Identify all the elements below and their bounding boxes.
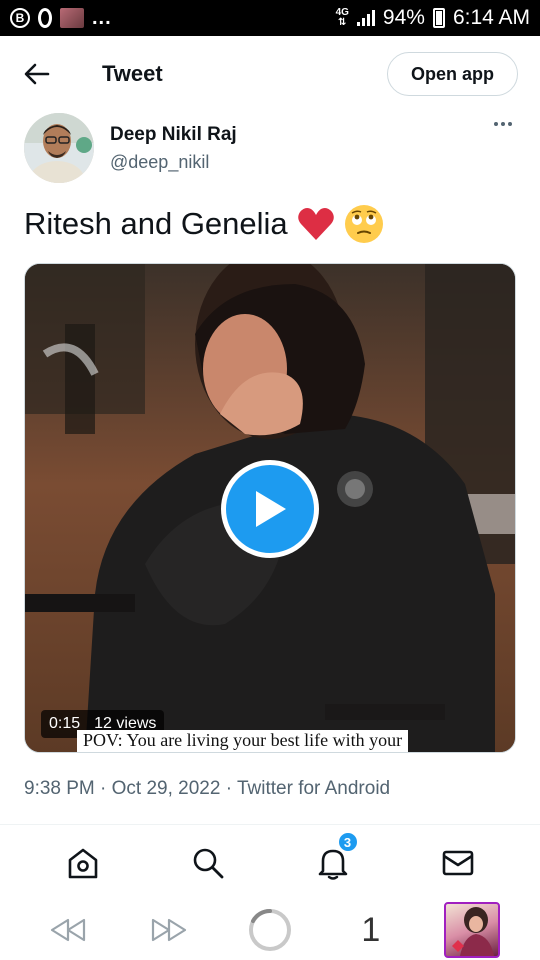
browser-reload-button[interactable]: [240, 902, 300, 958]
rewind-icon: [51, 918, 86, 942]
home-icon: [68, 848, 97, 879]
back-button[interactable]: [22, 59, 52, 89]
tweet-video[interactable]: 0:15 12 views POV: You are living your b…: [24, 263, 516, 753]
nav-notifications[interactable]: 3: [313, 831, 359, 883]
face-rolling-eyes-emoji: [344, 205, 383, 243]
search-icon: [193, 848, 223, 879]
loading-spinner-icon: [248, 908, 291, 951]
tweet-author: Deep Nikil Raj @deep_nikil: [24, 112, 518, 184]
video-caption: POV: You are living your best life with …: [77, 730, 409, 752]
mail-icon: [442, 850, 473, 876]
browser-back-button[interactable]: [38, 902, 98, 958]
tab-count: 1: [361, 910, 381, 949]
bottom-nav: 3: [0, 826, 540, 900]
network-type: 4G ⇅: [335, 7, 349, 28]
page-title: Tweet: [102, 61, 163, 86]
app-header: Tweet Open app: [0, 36, 540, 112]
divider: [0, 824, 540, 825]
author-handle[interactable]: @deep_nikil: [110, 152, 237, 173]
tweet-timestamp[interactable]: 9:38 PM · Oct 29, 2022 · Twitter for And…: [24, 778, 390, 800]
nav-messages[interactable]: [438, 843, 478, 883]
open-app-button[interactable]: Open app: [386, 52, 518, 96]
video-duration: 0:15: [49, 715, 81, 732]
fast-forward-icon: [152, 918, 187, 942]
play-icon: [256, 491, 286, 527]
tab-count-button[interactable]: 1: [341, 902, 401, 958]
tab-switcher-button[interactable]: [442, 902, 502, 958]
browser-toolbar: 1: [0, 900, 540, 960]
battery-percent: 94%: [382, 6, 425, 29]
avatar[interactable]: [24, 113, 94, 183]
nav-search[interactable]: [188, 843, 228, 883]
notification-badge: 3: [336, 831, 359, 853]
author-name[interactable]: Deep Nikil Raj: [110, 124, 237, 146]
nav-home[interactable]: [63, 843, 103, 883]
tweet-text: Ritesh and Genelia: [24, 204, 384, 244]
more-horizontal-icon[interactable]: [494, 122, 512, 126]
arrow-left-icon: [24, 63, 50, 85]
photo-thumb-icon: [60, 8, 84, 28]
o-icon: [38, 8, 52, 28]
red-heart-emoji: [297, 208, 334, 240]
status-bar: B ... 4G ⇅ 94% 6:14 AM: [0, 0, 540, 36]
tweet-body: Ritesh and Genelia: [24, 206, 288, 241]
tab-preview-icon: [443, 902, 500, 958]
b-circle-icon: B: [10, 8, 30, 28]
signal-icon: [356, 10, 375, 26]
browser-forward-button[interactable]: [139, 902, 199, 958]
status-more-indicator: ...: [92, 6, 112, 29]
battery-charging-icon: [432, 8, 445, 28]
status-time: 6:14 AM: [452, 6, 530, 29]
play-button[interactable]: [221, 460, 319, 558]
